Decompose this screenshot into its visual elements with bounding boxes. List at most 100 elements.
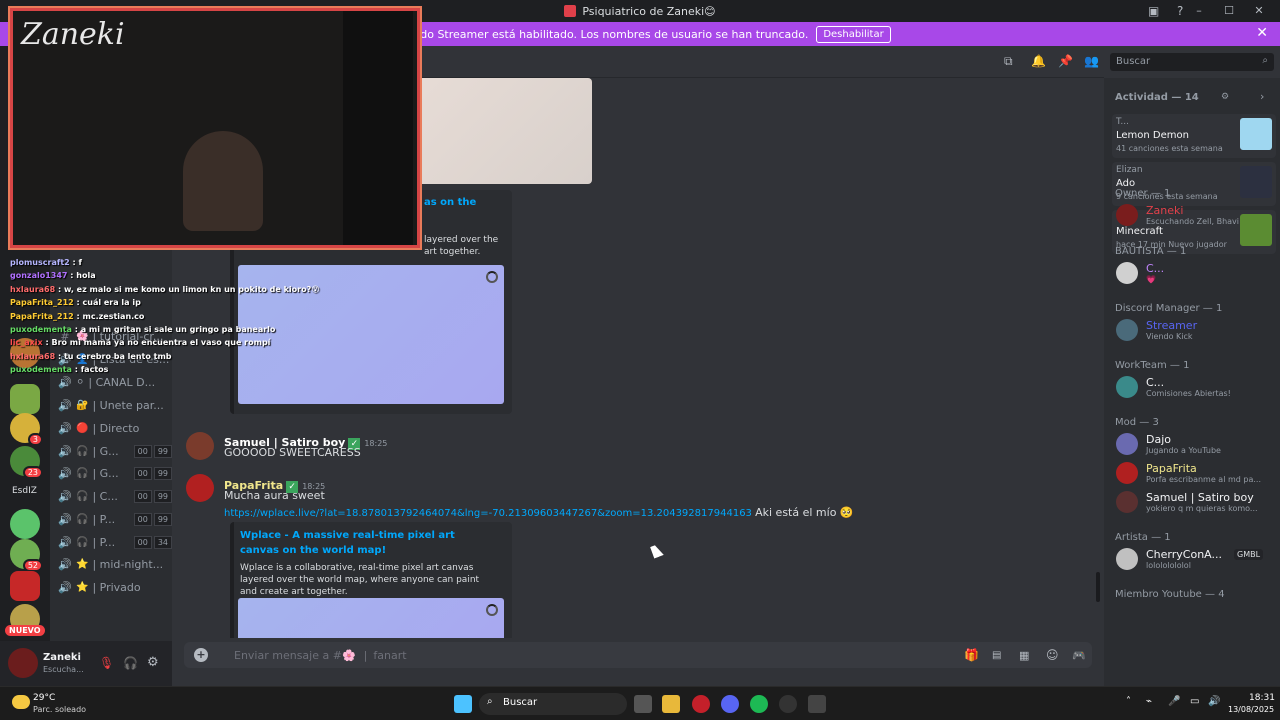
weather-temp[interactable]: 29°C: [33, 693, 55, 703]
member-item[interactable]: C... Comisiones Abiertas!: [1116, 374, 1276, 402]
close-button[interactable]: ✕: [1244, 0, 1274, 22]
server-icon[interactable]: [10, 384, 40, 414]
server-icon[interactable]: [10, 571, 40, 601]
channel-item[interactable]: 🔊 ⭐ | mid-night...: [58, 554, 172, 574]
gif-icon[interactable]: ▤: [992, 650, 1001, 661]
embed-image[interactable]: [238, 598, 504, 638]
avatar: [1116, 462, 1138, 484]
embed-title[interactable]: as on the: [424, 195, 476, 210]
server-icon[interactable]: 52: [10, 539, 43, 572]
overlay-text: : mc.zestian.co: [76, 311, 145, 321]
windows-start-icon[interactable]: [454, 695, 472, 713]
channel-item[interactable]: 🔊 🔐 | Unete par...: [58, 395, 172, 415]
monitor-icon[interactable]: ▭: [1190, 696, 1199, 707]
chevron-up-icon[interactable]: ˄: [1126, 696, 1131, 707]
scrollbar[interactable]: [1096, 572, 1100, 602]
mic-icon[interactable]: 🎤: [1168, 696, 1180, 707]
weather-icon: [12, 695, 30, 709]
member-status: 💗: [1146, 275, 1156, 284]
server-icon[interactable]: 3: [10, 413, 43, 446]
search-input[interactable]: Buscar ⌕: [1110, 53, 1274, 71]
channel-item[interactable]: 🔊 🎧 | C... 00 99: [58, 486, 172, 506]
message-link[interactable]: https://wplace.live/?lat=18.878013792464…: [224, 508, 752, 519]
member-item[interactable]: Samuel | Satiro boy yokiero q m quieras …: [1116, 489, 1276, 517]
member-name: PapaFrita: [1146, 462, 1197, 475]
embed-desc: art together.: [424, 247, 481, 257]
opera-icon[interactable]: [692, 695, 710, 713]
threads-icon[interactable]: ⧉: [1004, 54, 1013, 69]
member-item[interactable]: CherryConA... lolololololol GMBL: [1116, 546, 1276, 574]
avatar[interactable]: [8, 648, 38, 678]
chevron-right-icon[interactable]: ›: [1260, 90, 1264, 103]
activity-card[interactable]: Elizan Ado 9 canciones esta semana: [1112, 162, 1276, 206]
webcam-overlay: Zaneki: [10, 8, 420, 248]
gear-icon[interactable]: ⚙: [147, 655, 159, 670]
add-icon[interactable]: +: [194, 648, 208, 662]
member-item[interactable]: C... 💗: [1116, 260, 1276, 288]
channel-item[interactable]: 🔊 🎧 | G... 00 99: [58, 441, 172, 461]
mic-muted-icon[interactable]: 🎙: [99, 656, 114, 670]
clock-time[interactable]: 18:31: [1249, 693, 1275, 703]
pin-icon[interactable]: 📌: [1058, 54, 1073, 68]
channel-type-icon: 🔊: [58, 398, 72, 412]
channel-item[interactable]: 🔊 🎧 | P... 00 99: [58, 509, 172, 529]
member-item[interactable]: PapaFrita Porfa escribanme al md pa...: [1116, 460, 1276, 488]
user-count: 00: [133, 512, 152, 526]
embed-title[interactable]: Wplace - A massive real-time pixel art c…: [240, 528, 490, 558]
volume-icon[interactable]: 🔊: [1208, 696, 1220, 707]
channel-item[interactable]: 🔊 ⭐ | Privado: [58, 577, 172, 597]
discord-icon[interactable]: [721, 695, 739, 713]
avatar[interactable]: [186, 432, 214, 460]
server-tag: GMBL: [1234, 549, 1264, 560]
member-name: Dajo: [1146, 433, 1171, 446]
member-item[interactable]: Streamer Viendo Kick: [1116, 317, 1276, 345]
screen-icon[interactable]: ▣: [1148, 4, 1162, 18]
member-status: Comisiones Abiertas!: [1146, 389, 1231, 398]
deafen-icon[interactable]: 🎧: [123, 656, 138, 670]
avatar[interactable]: [186, 474, 214, 502]
embed-image[interactable]: [412, 78, 592, 184]
network-icon[interactable]: ⌁: [1146, 696, 1152, 707]
file-explorer-icon[interactable]: [662, 695, 680, 713]
members-icon[interactable]: 👥: [1084, 54, 1099, 68]
app-icon: [564, 5, 577, 17]
maximize-button[interactable]: ☐: [1214, 0, 1244, 22]
activity-icon[interactable]: 🎮: [1072, 649, 1086, 662]
member-name: Samuel | Satiro boy: [1146, 491, 1254, 504]
webcam-dark: [343, 11, 413, 245]
channel-type-icon: 🔊: [58, 535, 72, 549]
spotify-icon[interactable]: [750, 695, 768, 713]
bell-icon[interactable]: 🔔: [1031, 54, 1046, 68]
sticker-icon[interactable]: ▦: [1019, 649, 1029, 662]
user-limit: 99: [153, 466, 172, 480]
channel-name: | Directo: [92, 421, 140, 435]
terminal-icon[interactable]: [808, 695, 826, 713]
task-view-icon[interactable]: [634, 695, 652, 713]
channel-type-icon: 🔊: [58, 421, 72, 435]
disable-streamer-button[interactable]: Deshabilitar: [816, 25, 891, 43]
member-item[interactable]: Dajo Jugando a YouTube: [1116, 431, 1276, 459]
obs-icon[interactable]: [779, 695, 797, 713]
channel-emoji: ⭐: [76, 558, 89, 570]
channel-item[interactable]: 🔊 🔴 | Directo: [58, 418, 172, 438]
member-name: CherryConA...: [1146, 548, 1222, 561]
user-count: 00: [133, 489, 152, 503]
gift-icon[interactable]: 🎁: [964, 648, 979, 662]
overlay-user: plomuscraft2: [10, 258, 70, 267]
taskbar-search[interactable]: ⌕ Buscar: [479, 693, 627, 715]
member-category: Mod — 3: [1115, 417, 1159, 428]
channel-item[interactable]: 🔊 🎧 | P... 00 34: [58, 532, 172, 552]
minimize-button[interactable]: –: [1184, 0, 1214, 22]
message-input[interactable]: + Enviar mensaje a #🌸 | fanart 🎁 ▤ ▦ ☺ 🎮: [184, 642, 1092, 668]
server-icon[interactable]: [10, 509, 40, 539]
channel-name: | C...: [92, 489, 118, 503]
channel-item[interactable]: 🔊 🎧 | G... 00 99: [58, 463, 172, 483]
emoji-icon[interactable]: ☺: [1046, 648, 1059, 662]
server-icon[interactable]: 23: [10, 446, 43, 479]
close-icon[interactable]: ✕: [1256, 25, 1268, 41]
activity-card[interactable]: T... Lemon Demon 41 canciones esta seman…: [1112, 114, 1276, 158]
member-item[interactable]: Zaneki Escuchando Zell, Bhavi: [1116, 202, 1276, 230]
user-limit: 99: [153, 489, 172, 503]
gear-icon[interactable]: ⚙: [1221, 92, 1229, 102]
server-label[interactable]: EsdIZ: [12, 486, 37, 496]
